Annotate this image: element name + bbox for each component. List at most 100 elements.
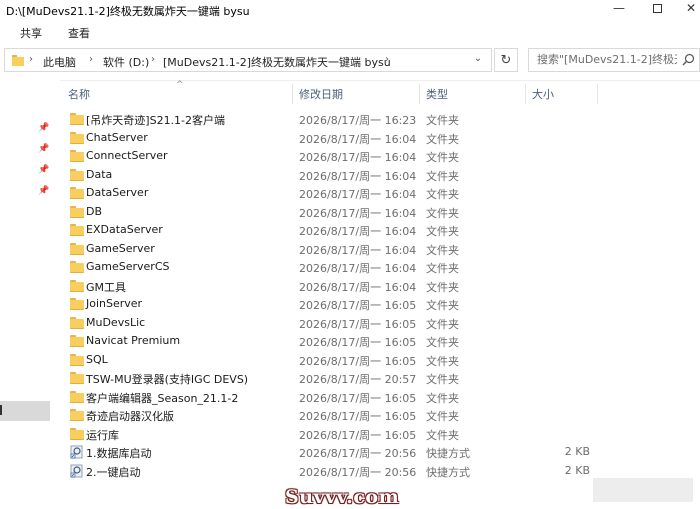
file-name: 运行库: [86, 428, 119, 442]
file-name: ConnectServer: [86, 149, 168, 162]
pin-icon[interactable]: 📌: [38, 123, 49, 133]
column-header-size[interactable]: 大小: [532, 82, 554, 106]
column-header-type[interactable]: 类型: [426, 82, 448, 106]
file-date: 2026/8/17/周一 16:05: [299, 410, 417, 423]
file-row[interactable]: 1.数据库启动 2026/8/17/周一 20:56 快捷方式 2 KB: [62, 443, 600, 462]
file-date: 2026/8/17/周一 16:23: [299, 114, 417, 127]
file-date: 2026/8/17/周一 16:04: [299, 225, 417, 238]
file-row[interactable]: DataServer 2026/8/17/周一 16:04 文件夹: [62, 184, 600, 203]
file-type: 文件夹: [426, 317, 459, 331]
file-row[interactable]: EXDataServer 2026/8/17/周一 16:04 文件夹: [62, 221, 600, 240]
file-name: 客户端编辑器_Season_21.1-2: [86, 391, 239, 405]
file-type: 文件夹: [426, 206, 459, 220]
file-row[interactable]: ConnectServer 2026/8/17/周一 16:04 文件夹: [62, 147, 600, 166]
file-row[interactable]: ChatServer 2026/8/17/周一 16:04 文件夹: [62, 129, 600, 148]
file-date: 2026/8/17/周一 16:04: [299, 169, 417, 183]
file-row[interactable]: Data 2026/8/17/周一 16:04 文件夹: [62, 166, 600, 185]
file-type: 文件夹: [426, 410, 459, 423]
file-type: 文件夹: [426, 336, 459, 349]
file-type: 文件夹: [426, 354, 459, 368]
file-row[interactable]: GameServerCS 2026/8/17/周一 16:04 文件夹: [62, 258, 600, 277]
chevron-right-icon[interactable]: ›: [385, 54, 389, 65]
file-row[interactable]: [吊炸天奇迹]S21.1-2客户端 2026/8/17/周一 16:23 文件夹: [62, 110, 600, 129]
breadcrumb-this-pc[interactable]: 此电脑: [43, 54, 76, 70]
file-type: 文件夹: [426, 243, 459, 257]
search-input[interactable]: [535, 52, 679, 67]
file-name: GameServer: [86, 241, 155, 255]
file-row[interactable]: JoinServer 2026/8/17/周一 16:05 文件夹: [62, 295, 600, 314]
file-name: TSW-MU登录器(支持IGC DEVS): [86, 373, 249, 386]
file-type: 文件夹: [426, 114, 459, 127]
window-title: D:\[MuDevs21.1-2]终极无数属炸天一键端 bysu: [6, 5, 250, 18]
file-type: 文件夹: [426, 262, 459, 275]
column-divider[interactable]: [525, 84, 526, 104]
file-type: 文件夹: [426, 225, 459, 238]
tab-share[interactable]: 共享: [20, 25, 42, 41]
folder-icon: [70, 409, 84, 421]
file-date: 2026/8/17/周一 16:04: [299, 262, 417, 275]
file-row[interactable]: DB 2026/8/17/周一 16:04 文件夹: [62, 203, 600, 222]
chevron-right-icon[interactable]: ›: [151, 54, 155, 65]
close-button[interactable]: ✕: [676, 0, 700, 16]
breadcrumb-drive-d[interactable]: 软件 (D:): [103, 54, 149, 70]
folder-icon: [70, 427, 84, 440]
chevron-right-icon[interactable]: ›: [29, 54, 33, 65]
file-type: 文件夹: [426, 428, 459, 442]
file-row[interactable]: 运行库 2026/8/17/周一 16:05 文件夹: [62, 425, 600, 444]
file-name: Navicat Premium: [86, 334, 181, 347]
column-header-name[interactable]: 名称: [68, 82, 90, 106]
maximize-button[interactable]: [642, 0, 672, 16]
file-name: ChatServer: [86, 130, 148, 144]
file-type: 文件夹: [426, 169, 459, 183]
file-date: 2026/8/17/周一 16:04: [299, 280, 417, 294]
folder-icon: [12, 55, 24, 69]
pin-icon[interactable]: 📌: [38, 186, 49, 196]
chevron-down-icon[interactable]: ⌄: [469, 53, 487, 69]
file-name: EXDataServer: [86, 223, 163, 236]
blurred-region: [593, 478, 693, 502]
nav-expand-marker: [0, 405, 4, 415]
file-date: 2026/8/17/周一 16:04: [299, 132, 417, 146]
minimize-button[interactable]: —: [604, 0, 634, 16]
chevron-right-icon[interactable]: ›: [89, 54, 93, 65]
breadcrumb-current-folder[interactable]: [MuDevs21.1-2]终极无数属炸天一键端 bysu: [163, 54, 391, 70]
file-row[interactable]: GameServer 2026/8/17/周一 16:04 文件夹: [62, 240, 600, 259]
search-box[interactable]: [528, 48, 700, 72]
file-date: 2026/8/17/周一 16:04: [299, 206, 417, 220]
file-row[interactable]: 客户端编辑器_Season_21.1-2 2026/8/17/周一 16:05 文件…: [62, 388, 600, 407]
column-divider[interactable]: [419, 84, 420, 104]
file-row[interactable]: 2.一键启动 2026/8/17/周一 20:56 快捷方式 2 KB: [62, 462, 600, 481]
file-row[interactable]: GM工具 2026/8/17/周一 16:04 文件夹: [62, 277, 600, 296]
file-type: 文件夹: [426, 280, 459, 294]
file-row[interactable]: MuDevsLic 2026/8/17/周一 16:05 文件夹: [62, 314, 600, 333]
file-name: 2.一键启动: [86, 465, 141, 479]
pin-icon[interactable]: 📌: [38, 144, 49, 154]
column-header-date[interactable]: 修改日期: [299, 82, 343, 106]
tab-view[interactable]: 查看: [68, 25, 90, 41]
address-bar[interactable]: › 此电脑 › 软件 (D:) › [MuDevs21.1-2]终极无数属炸天一…: [4, 48, 492, 72]
file-size: 2 KB: [564, 445, 590, 458]
file-date: 2026/8/17/周一 20:56: [299, 447, 417, 460]
file-type: 文件夹: [426, 188, 459, 201]
file-name: MuDevsLic: [86, 315, 146, 329]
file-row[interactable]: TSW-MU登录器(支持IGC DEVS) 2026/8/17/周一 20:57 文…: [62, 369, 600, 388]
close-icon: ✕: [685, 1, 697, 15]
pin-icon[interactable]: 📌: [38, 165, 49, 175]
file-date: 2026/8/17/周一 20:56: [299, 465, 417, 479]
file-name: 1.数据库启动: [86, 447, 152, 460]
file-row[interactable]: 奇迹启动器汉化版 2026/8/17/周一 16:05 文件夹: [62, 406, 600, 425]
file-name: Data: [86, 167, 113, 181]
folder-icon: [70, 390, 84, 403]
minimize-icon: —: [613, 1, 625, 15]
folder-icon: [70, 168, 84, 181]
column-divider[interactable]: [292, 84, 293, 104]
file-row[interactable]: Navicat Premium 2026/8/17/周一 16:05 文件夹: [62, 332, 600, 351]
file-row[interactable]: SQL 2026/8/17/周一 16:05 文件夹: [62, 351, 600, 370]
selected-nav-item[interactable]: [0, 401, 50, 421]
file-type: 文件夹: [426, 373, 459, 386]
file-date: 2026/8/17/周一 16:05: [299, 336, 417, 349]
file-type: 文件夹: [426, 391, 459, 405]
refresh-button[interactable]: ↻: [494, 48, 518, 72]
column-divider[interactable]: [597, 84, 598, 104]
folder-icon: [70, 353, 84, 366]
